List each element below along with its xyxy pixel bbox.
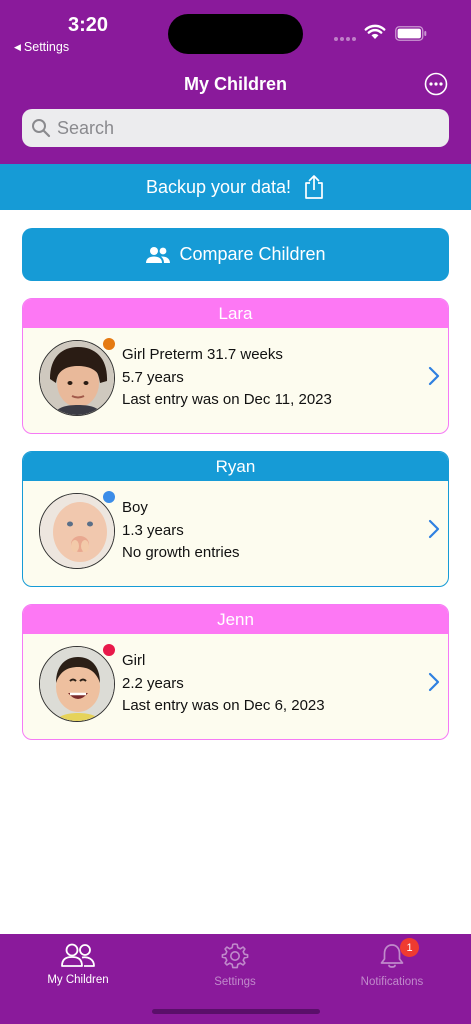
tab-settings[interactable]: Settings: [175, 942, 295, 988]
avatar: [39, 493, 115, 569]
signal-icon: [334, 37, 356, 41]
header: 3:20 ◀ Settings My Children Search: [0, 0, 471, 164]
share-icon: [305, 175, 323, 199]
child-detail-line: Girl: [122, 652, 146, 669]
avatar: [39, 646, 115, 722]
child-card-ryan[interactable]: Ryan Boy 1.3 years No growth entries: [22, 451, 449, 587]
page-title: My Children: [183, 74, 287, 94]
child-detail-line: Boy: [122, 499, 148, 516]
child-last-entry: No growth entries: [122, 544, 240, 561]
back-to-settings[interactable]: ◀ Settings: [14, 40, 69, 54]
chevron-right-icon: [428, 519, 440, 539]
tab-label: Settings: [214, 976, 256, 988]
tab-notifications[interactable]: 1 Notifications: [332, 938, 452, 988]
tab-my-children[interactable]: My Children: [18, 942, 138, 986]
child-card-body: Boy 1.3 years No growth entries: [23, 481, 448, 586]
child-age: 2.2 years: [122, 674, 184, 692]
child-name: Ryan: [23, 452, 448, 481]
people-icon: [146, 246, 171, 263]
status-dot: [103, 338, 115, 350]
tab-label: My Children: [47, 974, 109, 986]
chevron-right-icon: [428, 672, 440, 692]
backup-banner[interactable]: Backup your data!: [0, 164, 471, 210]
child-info: Girl 2.2 years Last entry was on Dec 6, …: [122, 650, 325, 718]
back-arrow-icon: ◀: [14, 41, 21, 52]
child-name: Lara: [23, 299, 448, 328]
status-dot: [103, 491, 115, 503]
more-options-icon[interactable]: [424, 72, 448, 96]
child-card-lara[interactable]: Lara Girl Preterm 31.7 weeks 5.7 years L…: [22, 298, 449, 434]
home-indicator: [152, 1009, 320, 1014]
child-last-entry: Last entry was on Dec 6, 2023: [122, 697, 325, 714]
search-field[interactable]: Search: [22, 109, 449, 147]
child-card-body: Girl Preterm 31.7 weeks 5.7 years Last e…: [23, 328, 448, 433]
gear-icon: [221, 943, 249, 969]
wifi-icon: [364, 24, 386, 39]
child-age: 5.7 years: [122, 368, 184, 386]
child-card-body: Girl 2.2 years Last entry was on Dec 6, …: [23, 634, 448, 739]
compare-children-button[interactable]: Compare Children: [22, 228, 449, 281]
child-name: Jenn: [23, 605, 448, 634]
people-outline-icon: [61, 943, 95, 967]
tab-label: Notifications: [360, 976, 424, 988]
battery-icon: [395, 26, 427, 41]
search-placeholder: Search: [57, 117, 115, 138]
child-info: Girl Preterm 31.7 weeks 5.7 years Last e…: [122, 344, 332, 412]
search-icon: [32, 119, 51, 138]
child-detail-line: Girl Preterm 31.7 weeks: [122, 346, 283, 363]
child-last-entry: Last entry was on Dec 11, 2023: [122, 391, 332, 408]
chevron-right-icon: [428, 366, 440, 386]
dynamic-island: [168, 14, 303, 54]
status-time: 3:20: [68, 14, 109, 36]
backup-label: Backup your data!: [145, 176, 292, 197]
compare-children-label: Compare Children: [179, 244, 326, 264]
notification-badge: 1: [400, 938, 419, 957]
back-label: Settings: [23, 40, 70, 54]
avatar: [39, 340, 115, 416]
child-age: 1.3 years: [122, 521, 184, 539]
child-card-jenn[interactable]: Jenn Girl 2.2 years Last entry was on De…: [22, 604, 449, 740]
status-dot: [103, 644, 115, 656]
child-info: Boy 1.3 years No growth entries: [122, 497, 240, 565]
